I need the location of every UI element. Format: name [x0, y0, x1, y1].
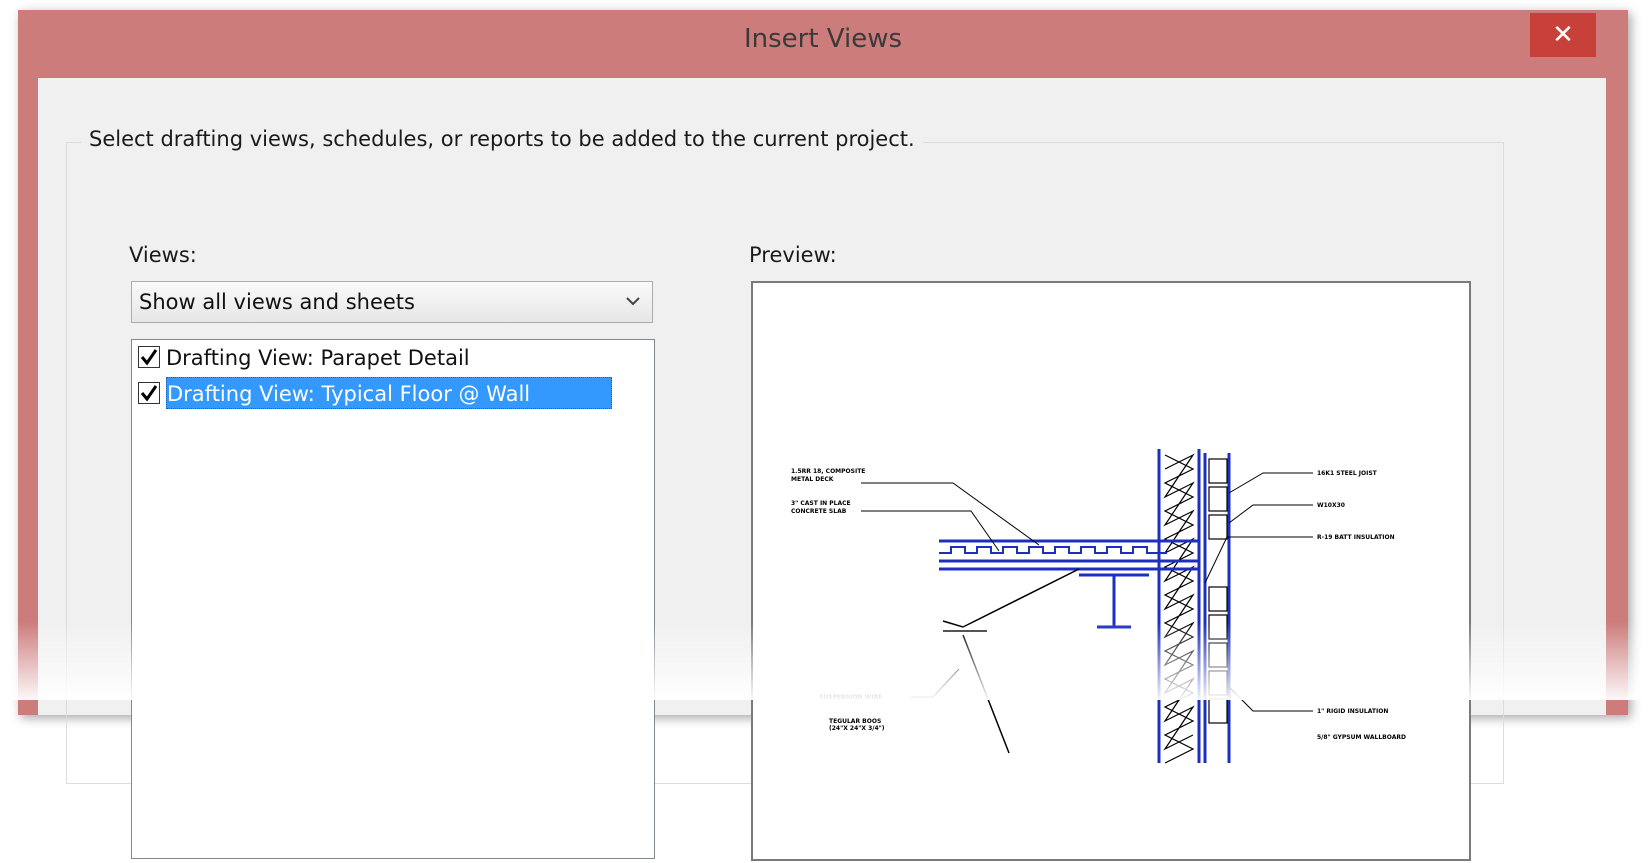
note-ceiling-1: TEGULAR BOOS	[829, 718, 881, 725]
note-deck-2: METAL DECK	[791, 476, 834, 483]
note-beam: W10X30	[1317, 502, 1345, 509]
preview-pane: 1.5RR 18, COMPOSITE METAL DECK 3" CAST I…	[751, 281, 1471, 861]
leader-lines	[861, 472, 1313, 712]
close-button[interactable]: ✕	[1530, 13, 1596, 57]
preview-label: Preview:	[749, 243, 837, 267]
views-filter-dropdown[interactable]: Show all views and sheets	[131, 281, 653, 323]
note-slab-2: CONCRETE SLAB	[791, 508, 847, 515]
views-filter-value: Show all views and sheets	[139, 290, 415, 314]
detail-drawing: 1.5RR 18, COMPOSITE METAL DECK 3" CAST I…	[791, 449, 1406, 764]
steel-beam	[1079, 573, 1149, 629]
list-item-selected[interactable]: Drafting View: Typical Floor @ Wall	[132, 376, 654, 412]
dialog-body: Select drafting views, schedules, or rep…	[38, 78, 1606, 861]
ceiling-hanger	[942, 568, 1080, 754]
note-batt: R-19 BATT INSULATION	[1317, 534, 1395, 541]
close-icon: ✕	[1552, 20, 1574, 50]
metal-deck	[939, 546, 1167, 554]
checkmark-icon	[140, 349, 158, 366]
views-label: Views:	[129, 243, 197, 267]
note-rigid: 1" RIGID INSULATION	[1317, 708, 1388, 715]
note-gypsum: 5/8" GYPSUM WALLBOARD	[1317, 734, 1406, 741]
list-item[interactable]: Drafting View: Parapet Detail	[132, 340, 654, 376]
wall-assembly	[1157, 449, 1231, 763]
note-joist: 16K1 STEEL JOIST	[1317, 470, 1378, 477]
chevron-down-icon	[626, 297, 640, 306]
selection-group: Select drafting views, schedules, or rep…	[66, 127, 1504, 861]
title-bar[interactable]: Insert Views ✕	[18, 10, 1628, 78]
item-checkbox[interactable]	[138, 346, 160, 368]
note-slab-1: 3" CAST IN PLACE	[791, 500, 851, 507]
group-legend: Select drafting views, schedules, or rep…	[81, 127, 923, 151]
note-deck-1: 1.5RR 18, COMPOSITE	[791, 468, 865, 475]
item-checkbox[interactable]	[138, 382, 160, 404]
batt-insulation	[1163, 454, 1195, 764]
checkmark-icon	[140, 385, 158, 402]
item-label: Drafting View: Typical Floor @ Wall	[166, 377, 612, 409]
item-label: Drafting View: Parapet Detail	[166, 346, 470, 370]
dialog-title: Insert Views	[743, 24, 903, 54]
note-ceiling-2: (24"X 24"X 3/4")	[829, 725, 885, 732]
insert-views-dialog: Insert Views ✕ Select drafting views, sc…	[18, 10, 1628, 861]
views-list[interactable]: Drafting View: Parapet Detail Drafting V…	[131, 339, 655, 859]
stud-blocks	[1208, 458, 1228, 724]
